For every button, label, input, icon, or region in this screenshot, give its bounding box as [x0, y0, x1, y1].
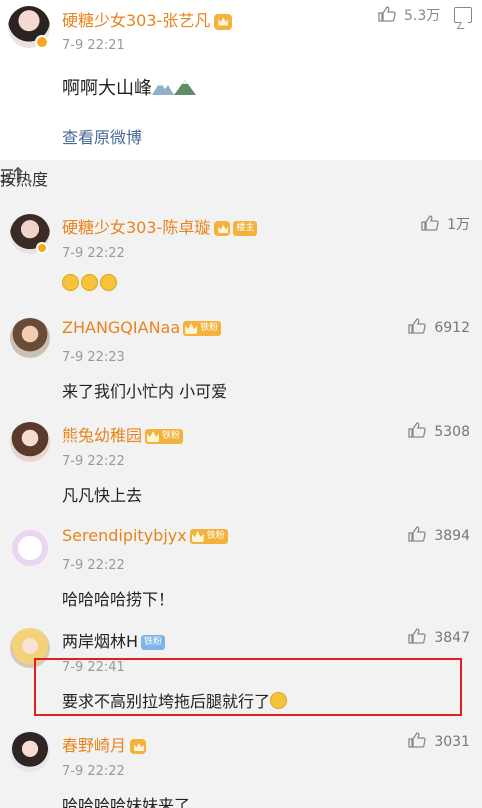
comment-text: 哈哈哈哈捞下！ [62, 590, 175, 609]
highlight-box [34, 658, 462, 716]
fan-badge: 铁粉 [183, 321, 222, 336]
like-button[interactable]: 1万 [421, 214, 470, 234]
like-button[interactable]: 3894 [408, 526, 470, 544]
comment-item: 硬糖少女303-陈卓璇 楼主 1万 7-9 22:22 [0, 206, 482, 310]
fan-badge: 铁粉 [141, 635, 166, 650]
original-post: 硬糖少女303-张艺凡 7-9 22:21 5.3万 啊啊大山峰 查看原微博 [0, 0, 482, 160]
comment-author[interactable]: ZHANGQIANaa 铁粉 [62, 318, 222, 337]
comment-time: 7-9 22:22 [62, 558, 125, 573]
comment-time: 7-9 22:22 [62, 246, 125, 261]
avatar[interactable] [10, 318, 50, 358]
thumbs-up-icon [408, 422, 427, 438]
fan-badge: 铁粉 [189, 529, 228, 544]
avatar[interactable] [10, 422, 50, 462]
comment-text [62, 274, 119, 293]
smile-emoji [81, 274, 98, 291]
post-time: 7-9 22:21 [62, 38, 125, 53]
thumbs-up-icon [378, 6, 396, 22]
author-badge: 楼主 [233, 221, 258, 236]
comment-author[interactable]: 熊兔幼稚园 铁粉 [62, 422, 184, 446]
thumbs-up-icon [408, 732, 427, 748]
sort-bar [0, 166, 482, 206]
like-button[interactable]: 3847 [408, 628, 470, 646]
comment-time: 7-9 22:22 [62, 454, 125, 469]
comment-text: 凡凡快上去 [62, 486, 143, 505]
comment-item: Serendipitybjyx 铁粉 3894 7-9 22:22 哈哈哈哈捞下！ [0, 518, 482, 622]
comment-time: 7-9 22:23 [62, 350, 125, 365]
thumbs-up-icon [408, 526, 427, 542]
comment-item: 熊兔幼稚园 铁粉 5308 7-9 22:22 凡凡快上去 [0, 414, 482, 518]
snowy-mountain-emoji [152, 82, 174, 95]
post-text: 啊啊大山峰 [62, 74, 196, 100]
post-like-button[interactable]: 5.3万 [378, 5, 440, 25]
comment-time: 7-9 22:22 [62, 764, 125, 779]
thumbs-up-icon [408, 318, 427, 334]
fan-badge: 铁粉 [145, 429, 184, 444]
comment-icon[interactable] [454, 7, 472, 23]
verified-badge-icon [35, 35, 49, 49]
comment-item: 春野崎月 3031 7-9 22:22 哈哈哈哈妹妹来了 [0, 724, 482, 808]
thumbs-up-icon [408, 628, 427, 644]
comment-text: 来了我们小忙内 小可爱 [62, 382, 228, 401]
avatar[interactable] [10, 732, 50, 772]
crown-icon [214, 221, 231, 236]
comment-author[interactable]: Serendipitybjyx 铁粉 [62, 526, 228, 545]
mountain-emoji [174, 80, 196, 95]
like-button[interactable]: 3031 [408, 732, 470, 750]
comment-author[interactable]: 两岸烟林H 铁粉 [62, 628, 166, 652]
smile-emoji [62, 274, 79, 291]
comment-author[interactable]: 春野崎月 [62, 732, 147, 756]
comment-author[interactable]: 硬糖少女303-陈卓璇 楼主 [62, 214, 258, 238]
post-author-name[interactable]: 硬糖少女303-张艺凡 [62, 7, 233, 31]
comment-item: ZHANGQIANaa 铁粉 6912 7-9 22:23 来了我们小忙内 小可爱 [0, 310, 482, 414]
verified-badge-icon [36, 242, 48, 254]
grin-emoji [100, 274, 117, 291]
crown-icon [130, 739, 147, 754]
sort-by-hot-button[interactable]: 按热度 [0, 166, 48, 190]
crown-icon [214, 13, 233, 30]
view-original-link[interactable]: 查看原微博 [62, 124, 142, 148]
like-button[interactable]: 6912 [408, 318, 470, 336]
comment-text: 哈哈哈哈妹妹来了 [62, 796, 191, 808]
like-button[interactable]: 5308 [408, 422, 470, 440]
avatar[interactable] [10, 526, 50, 566]
thumbs-up-icon [421, 215, 439, 231]
